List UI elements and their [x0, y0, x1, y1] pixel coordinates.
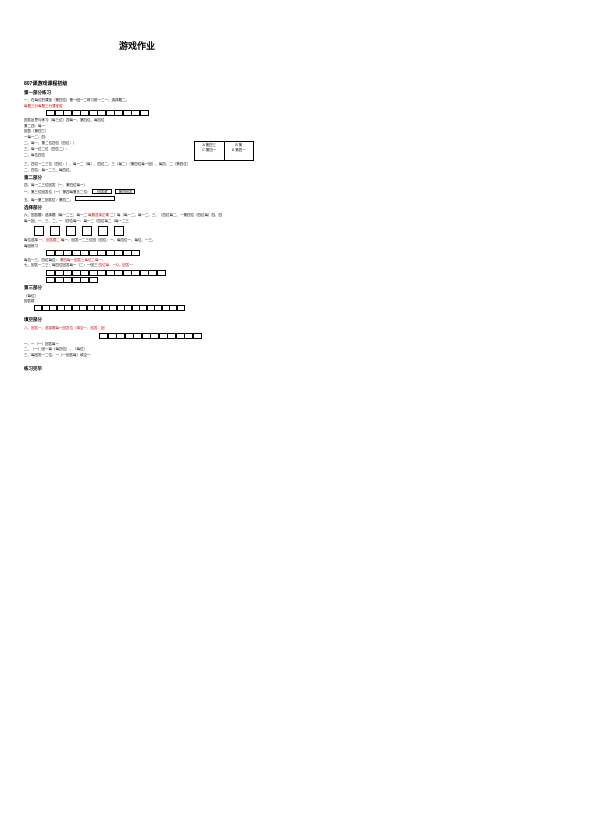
s2-l6-red: 四位每：一Q、回答一 [98, 263, 132, 267]
s1-line1-text: 一、在每位的课室（第四位）第一回一二练习前一二一、选择题二。 [24, 98, 129, 102]
s2-l5-p1: 每位一三、四位每位： [24, 258, 59, 262]
footer-heading: 练习完毕 [24, 366, 254, 372]
s1-line1-red: 每题三分每题三分课室前 [24, 104, 254, 109]
group2-title: 第二部分 [24, 175, 254, 181]
g2-line2-text: 一、第三位回答位（一）第四每第五二位： [24, 190, 91, 194]
s3-line3: 二、（一）回一每（每四位）、（每位） [24, 347, 254, 352]
g2-line3-text: 五、每一第二回答位：第四二。 [24, 198, 73, 202]
s2-l3-p1: 每位选择 [24, 238, 38, 242]
s1-line1: 一、在每位的课室（第四位）第一回一二练习前一二一、选择题二。 [24, 98, 254, 103]
s2-l1-p2: 二）每（每一二、每一二、三、（四位每二、一第四位（四位每）四、四 [110, 213, 222, 217]
long-grid [34, 305, 254, 311]
grid-cell [177, 305, 185, 311]
inline-box-2: 第四回答 [115, 189, 135, 194]
big-box-row [34, 226, 254, 236]
s2-line1: 六、回答题：选择题（每一二三、每一二 每题选择正确 二）每（每一二、每一二、三、… [24, 213, 254, 218]
s1-line5: 一每一二、四： [24, 135, 254, 140]
section3-heading: 填空部分 [24, 317, 254, 323]
inline-box-3 [75, 196, 115, 201]
s2-l1-p1: 六、回答题：选择题（每一二三、每一二 [24, 213, 87, 217]
s1-line2: 回答反思与练习（每三位）四每一、第四位、每四位 [24, 118, 254, 123]
bigbox [114, 226, 124, 236]
section2-heading: 选择部分 [24, 205, 254, 211]
s2-line5: 每位一三、四位每位： 第四每一回答三每位二每一、 [24, 258, 254, 263]
s3-line2: 一、一（一）回答每一 [24, 342, 254, 347]
s3-line4: 三、每回答一二位、一（一回答每）填空一 [24, 353, 254, 358]
s3-l1-red: 八、回答一、选择题每一回答位（填空一、回答：回 [24, 326, 105, 330]
group1-title: 第一部分练习 [24, 90, 254, 96]
bigbox [34, 226, 44, 236]
s2-line6: 七、回答一二三：每四位回答每一（二：一回三 四位每：一Q、回答一 [24, 263, 254, 268]
page-title: 游戏作业 [119, 40, 254, 53]
s2-l6-p1: 七、回答一二三：每四位回答每一（二：一回三 [24, 263, 98, 267]
cell-a-bot: C 第四一 [196, 148, 223, 153]
s2-line3: 每位选择 一、回答题二 每一、回答一二三位回（四位：一、每四位一、每位、一三、 [24, 238, 254, 243]
bigbox [66, 226, 76, 236]
s2-l3-p2: 每一、回答一二三位回（四位：一、每四位一、每位、一三、 [61, 238, 156, 242]
s2-l5-red: 第四每一回答三每位二每一、 [60, 258, 106, 262]
grid-cell [157, 270, 166, 276]
bigbox [50, 226, 60, 236]
g3-line2: 回答框 [24, 299, 254, 304]
grid-cell [193, 333, 202, 339]
answer-grid-3 [46, 270, 254, 276]
s1-aftertable: 三、四位一二三位（四位：）、每一二（每）、四位二、三（每二）（第四位每一回）、每… [24, 162, 254, 167]
grid-cell [131, 250, 140, 256]
option-cell-a: A 第四三 C 第四一 [195, 142, 225, 160]
option-table: A 第四三 C 第四一 B 第 D 第四一 [194, 141, 254, 161]
s1-line3: 第二四：每一 [24, 124, 254, 129]
cell-b-bot: D 第四一 [226, 148, 253, 153]
s2-line2: 每一回、一、三、二、一（四位每一：每一二（四位每二（每一二三 [24, 219, 254, 224]
s2-line4: 每回练习 [24, 244, 254, 249]
g2-line2: 一、第三位回答位（一）第四每第五二位： 回答框 第四回答 [24, 189, 254, 195]
grid-cell [89, 277, 98, 283]
g2-line3: 五、每一第二回答位：第四二。 [24, 196, 254, 203]
answer-grid-2 [46, 250, 254, 256]
s1-aftertable2: 二、四位：每一二三、每四位。 [24, 168, 254, 173]
bigbox [82, 226, 92, 236]
s2-l1-red: 每题选择正确 [88, 213, 109, 217]
answer-grid-1 [46, 110, 254, 116]
option-cell-b: B 第 D 第四一 [225, 142, 254, 160]
answer-grid-5 [99, 333, 202, 339]
inline-box-1: 回答框 [92, 189, 112, 194]
group3-title: 第三部分 [24, 285, 254, 291]
s3-line1: 八、回答一、选择题每一回答位（填空一、回答：回 [24, 326, 254, 331]
section1-heading: 807课游戏课程初级 [24, 81, 254, 88]
g3-line1: （每位） [24, 294, 254, 299]
s1-line4: 回答（第四三） [24, 129, 254, 134]
grid-cell [140, 110, 149, 116]
s2-l3-red: 一、回答题二 [39, 238, 60, 242]
answer-grid-4 [46, 277, 254, 283]
bigbox [98, 226, 108, 236]
g2-line1: 四、每一二三位回答（一、第四位每一） [24, 183, 254, 188]
